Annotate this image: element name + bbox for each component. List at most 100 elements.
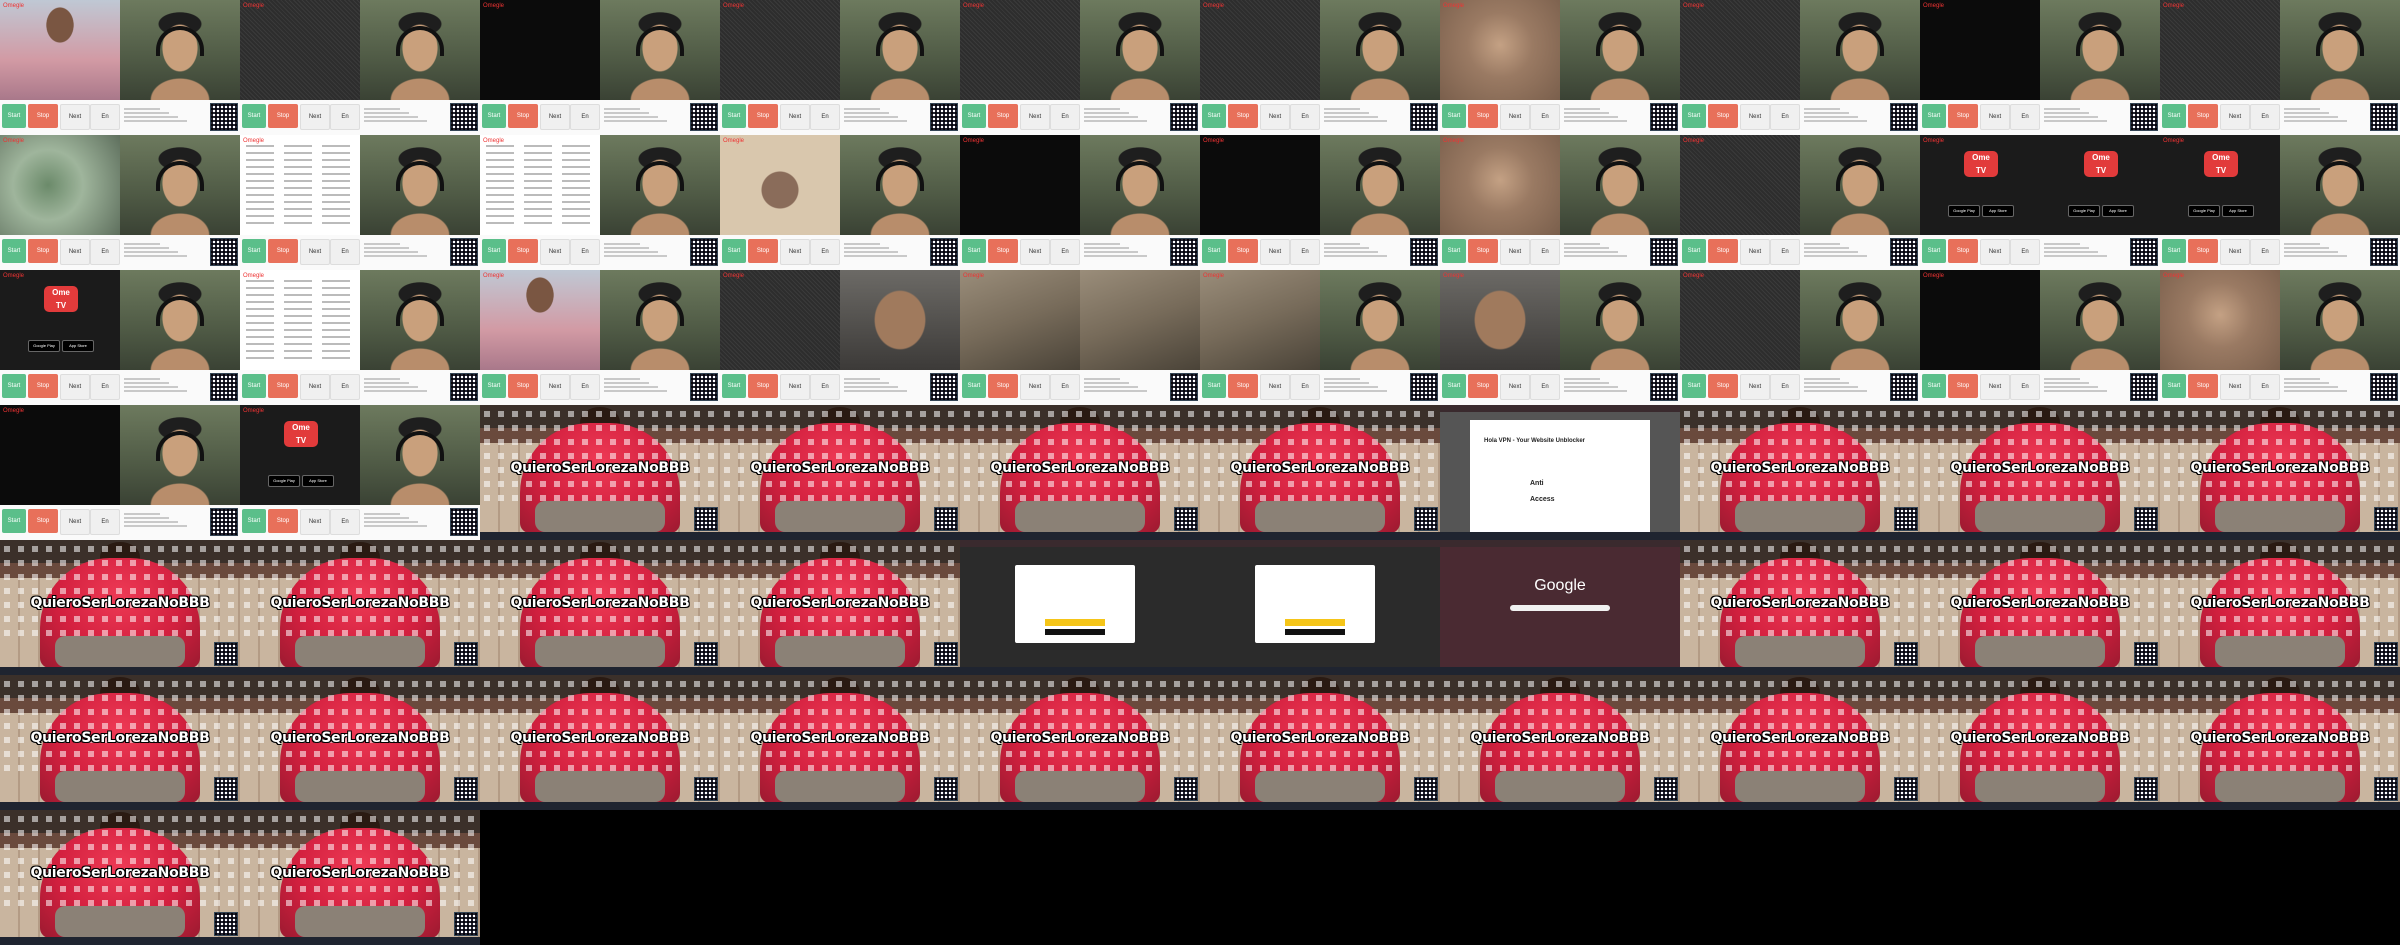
desktop-icons[interactable] [724, 681, 956, 771]
stop-button[interactable]: Stop [748, 104, 778, 128]
stop-button[interactable]: Stop [508, 374, 538, 398]
language-button[interactable]: En [1770, 239, 1800, 265]
next-button[interactable]: Next [300, 374, 330, 400]
desktop-icons[interactable] [724, 546, 956, 636]
stop-button[interactable]: Stop [1228, 104, 1258, 128]
language-button[interactable]: En [810, 104, 840, 130]
stop-button[interactable]: Stop [1228, 374, 1258, 398]
stop-button[interactable]: Stop [1708, 374, 1738, 398]
language-button[interactable]: En [1530, 374, 1560, 400]
windows-taskbar[interactable] [240, 937, 480, 945]
next-button[interactable]: Next [1260, 374, 1290, 400]
next-button[interactable]: Next [780, 374, 810, 400]
start-button[interactable]: Start [482, 104, 506, 128]
start-button[interactable]: Start [1922, 104, 1946, 128]
windows-taskbar[interactable] [480, 532, 720, 540]
desktop-icons[interactable] [484, 681, 716, 771]
desktop-icons[interactable] [2164, 681, 2396, 771]
start-button[interactable]: Start [2, 509, 26, 533]
windows-taskbar[interactable] [1680, 532, 1920, 540]
next-button[interactable]: Next [1740, 239, 1770, 265]
browser-tab-bar[interactable] [960, 540, 1200, 547]
stop-button[interactable]: Stop [1948, 104, 1978, 128]
next-button[interactable]: Next [300, 239, 330, 265]
start-button[interactable]: Start [2, 374, 26, 398]
stop-button[interactable]: Stop [988, 374, 1018, 398]
desktop-icons[interactable] [4, 681, 236, 771]
language-button[interactable]: En [1290, 374, 1320, 400]
start-button[interactable]: Start [1202, 374, 1226, 398]
desktop-icons[interactable] [2164, 411, 2396, 501]
start-button[interactable]: Start [1682, 374, 1706, 398]
language-button[interactable]: En [1770, 374, 1800, 400]
windows-taskbar[interactable] [1200, 802, 1440, 810]
next-button[interactable]: Next [540, 374, 570, 400]
next-button[interactable]: Next [540, 104, 570, 130]
language-button[interactable]: En [570, 104, 600, 130]
next-button[interactable]: Next [300, 104, 330, 130]
desktop-icons[interactable] [1444, 681, 1676, 771]
stop-button[interactable]: Stop [508, 239, 538, 263]
windows-taskbar[interactable] [960, 532, 1200, 540]
windows-taskbar[interactable] [1680, 802, 1920, 810]
windows-taskbar[interactable] [1200, 532, 1440, 540]
next-button[interactable]: Next [1020, 104, 1050, 130]
start-button[interactable]: Start [2, 239, 26, 263]
start-button[interactable]: Start [2162, 374, 2186, 398]
stop-button[interactable]: Stop [748, 374, 778, 398]
windows-taskbar[interactable] [1920, 667, 2160, 675]
windows-taskbar[interactable] [480, 667, 720, 675]
stop-button[interactable]: Stop [748, 239, 778, 263]
google-play-badge[interactable]: Google Play [28, 340, 60, 352]
stop-button[interactable]: Stop [268, 374, 298, 398]
google-play-badge[interactable]: Google Play [268, 475, 300, 487]
language-button[interactable]: En [570, 239, 600, 265]
language-button[interactable]: En [330, 509, 360, 535]
desktop-icons[interactable] [964, 681, 1196, 771]
language-button[interactable]: En [2010, 374, 2040, 400]
windows-taskbar[interactable] [2160, 532, 2400, 540]
start-button[interactable]: Start [242, 374, 266, 398]
stop-button[interactable]: Stop [28, 509, 58, 533]
windows-taskbar[interactable] [2160, 667, 2400, 675]
start-button[interactable]: Start [722, 239, 746, 263]
next-button[interactable]: Next [1740, 374, 1770, 400]
language-button[interactable]: En [810, 374, 840, 400]
desktop-icons[interactable] [1204, 681, 1436, 771]
start-button[interactable]: Start [1442, 104, 1466, 128]
next-button[interactable]: Next [60, 239, 90, 265]
stop-button[interactable]: Stop [2188, 374, 2218, 398]
desktop-icons[interactable] [2164, 546, 2396, 636]
stop-button[interactable]: Stop [28, 374, 58, 398]
start-button[interactable]: Start [1442, 239, 1466, 263]
next-button[interactable]: Next [1500, 104, 1530, 130]
start-button[interactable]: Start [2162, 239, 2186, 263]
popup-secondary-button[interactable] [1045, 629, 1105, 635]
windows-taskbar[interactable] [960, 667, 1200, 675]
language-button[interactable]: En [1050, 374, 1080, 400]
desktop-icons[interactable] [244, 816, 476, 906]
start-button[interactable]: Start [1922, 374, 1946, 398]
next-button[interactable]: Next [2220, 104, 2250, 130]
next-button[interactable]: Next [1980, 239, 2010, 265]
desktop-icons[interactable] [1684, 411, 1916, 501]
desktop-icons[interactable] [724, 411, 956, 501]
desktop-icons[interactable] [1924, 411, 2156, 501]
desktop-icons[interactable] [244, 681, 476, 771]
stop-button[interactable]: Stop [1708, 104, 1738, 128]
language-button[interactable]: En [90, 104, 120, 130]
next-button[interactable]: Next [1740, 104, 1770, 130]
google-play-badge[interactable]: Google Play [1948, 205, 1980, 217]
stop-button[interactable]: Stop [988, 239, 1018, 263]
google-play-badge[interactable]: Google Play [2068, 205, 2100, 217]
start-button[interactable]: Start [722, 104, 746, 128]
stop-button[interactable]: Stop [268, 239, 298, 263]
start-button[interactable]: Start [1922, 239, 1946, 263]
desktop-icons[interactable] [484, 411, 716, 501]
next-button[interactable]: Next [1500, 239, 1530, 265]
browser-tab-bar[interactable] [1440, 405, 1680, 412]
app-store-badge[interactable]: App Store [1982, 205, 2014, 217]
stop-button[interactable]: Stop [2188, 104, 2218, 128]
desktop-icons[interactable] [1924, 681, 2156, 771]
popup-primary-button[interactable] [1045, 619, 1105, 626]
